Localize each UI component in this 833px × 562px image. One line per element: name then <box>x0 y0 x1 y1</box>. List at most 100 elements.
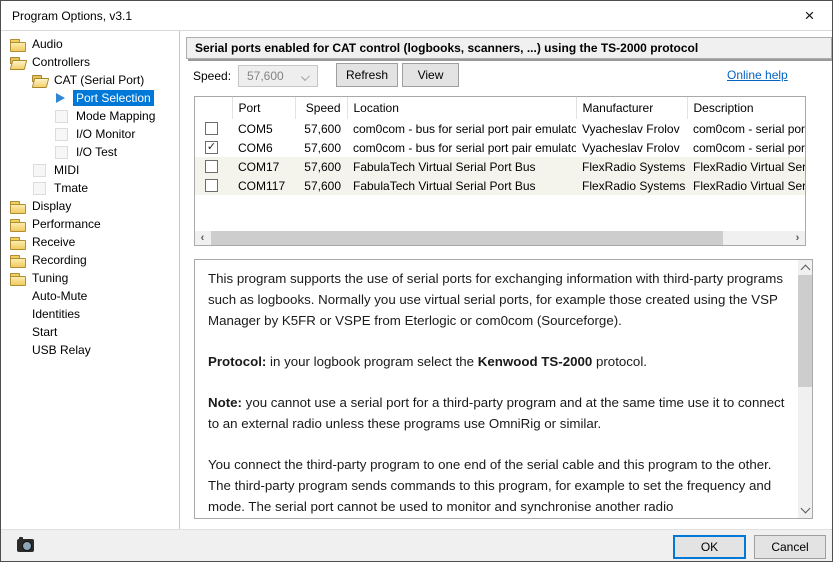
sidebar-item-label: Performance <box>29 216 104 232</box>
folder-icon <box>9 270 25 286</box>
sidebar-item-auto-mute[interactable]: Auto-Mute <box>1 287 179 305</box>
ports-table: Port Speed Location Manufacturer Descrip… <box>195 97 805 195</box>
folder-icon <box>9 234 25 250</box>
table-row[interactable]: ✓ COM6 57,600 com0com - bus for serial p… <box>195 138 805 157</box>
sidebar-item-label: Mode Mapping <box>73 108 158 124</box>
sidebar-item-label: Identities <box>29 306 83 322</box>
sidebar-item-start[interactable]: Start <box>1 323 179 341</box>
folder-icon <box>9 198 25 214</box>
table-row[interactable]: COM17 57,600 FabulaTech Virtual Serial P… <box>195 157 805 176</box>
sidebar-item-io-test[interactable]: I/O Test <box>1 143 179 161</box>
sidebar-item-label: Tuning <box>29 270 71 286</box>
program-options-dialog: Program Options, v3.1 × Audio Controller… <box>0 0 833 562</box>
sidebar-item-tuning[interactable]: Tuning <box>1 269 179 287</box>
horizontal-scrollbar[interactable]: ‹ › <box>195 231 805 245</box>
table-row[interactable]: COM117 57,600 FabulaTech Virtual Serial … <box>195 176 805 195</box>
sidebar-item-label: Auto-Mute <box>29 288 90 304</box>
cell-manufacturer: FlexRadio Systems <box>576 157 687 176</box>
port-checkbox[interactable] <box>205 160 218 173</box>
view-button-label: View <box>418 68 444 82</box>
cell-manufacturer: FlexRadio Systems <box>576 176 687 195</box>
info-paragraph: This program supports the use of serial … <box>208 268 792 331</box>
blank-icon <box>9 288 25 304</box>
info-span: protocol. <box>592 354 647 369</box>
sidebar-item-port-selection[interactable]: Port Selection <box>1 89 179 107</box>
sidebar-item-controllers[interactable]: Controllers <box>1 53 179 71</box>
sidebar-item-label: CAT (Serial Port) <box>51 72 147 88</box>
horizontal-scrollbar-thumb[interactable] <box>211 231 723 245</box>
refresh-button[interactable]: Refresh <box>336 63 398 87</box>
dialog-footer: OK Cancel <box>1 529 832 562</box>
sidebar-item-performance[interactable]: Performance <box>1 215 179 233</box>
camera-icon[interactable] <box>17 539 34 552</box>
folder-icon <box>9 36 25 52</box>
vertical-scrollbar-thumb[interactable] <box>798 275 812 387</box>
view-button[interactable]: View <box>402 63 459 87</box>
sidebar-item-mode-mapping[interactable]: Mode Mapping <box>1 107 179 125</box>
scroll-down-icon[interactable] <box>798 503 812 518</box>
port-checkbox[interactable] <box>205 179 218 192</box>
cell-speed: 57,600 <box>295 157 347 176</box>
info-span: you cannot use a serial port for a third… <box>208 395 784 431</box>
sidebar-item-usb-relay[interactable]: USB Relay <box>1 341 179 359</box>
cell-manufacturer: Vyacheslav Frolov <box>576 119 687 138</box>
folder-open-icon <box>31 72 47 88</box>
header-port[interactable]: Port <box>232 97 295 119</box>
page-icon <box>31 162 47 178</box>
cancel-button[interactable]: Cancel <box>754 535 826 559</box>
folder-open-icon <box>9 54 25 70</box>
header-location[interactable]: Location <box>347 97 576 119</box>
table-header-row: Port Speed Location Manufacturer Descrip… <box>195 97 805 119</box>
sidebar-item-receive[interactable]: Receive <box>1 233 179 251</box>
scroll-left-icon[interactable]: ‹ <box>195 231 210 245</box>
sidebar-item-label: I/O Monitor <box>73 126 138 142</box>
scroll-right-icon[interactable]: › <box>790 231 805 245</box>
online-help-link[interactable]: Online help <box>727 68 788 82</box>
page-icon <box>53 144 69 160</box>
table-row[interactable]: COM5 57,600 com0com - bus for serial por… <box>195 119 805 138</box>
port-checkbox[interactable] <box>205 122 218 135</box>
cell-manufacturer: Vyacheslav Frolov <box>576 138 687 157</box>
cell-description: FlexRadio Virtual Serial Port <box>687 157 805 176</box>
ok-button[interactable]: OK <box>673 535 746 559</box>
sidebar-item-label: Audio <box>29 36 66 52</box>
sidebar-item-label: Tmate <box>51 180 91 196</box>
selected-arrow-icon <box>53 90 69 106</box>
info-paragraph: Protocol: in your logbook program select… <box>208 351 792 372</box>
info-text: This program supports the use of serial … <box>195 260 796 519</box>
options-tree: Audio Controllers CAT (Serial Port) Port… <box>1 31 180 529</box>
cell-port: COM17 <box>232 157 295 176</box>
cell-port: COM5 <box>232 119 295 138</box>
sidebar-item-label: Controllers <box>29 54 93 70</box>
header-speed[interactable]: Speed <box>295 97 347 119</box>
header-manufacturer[interactable]: Manufacturer <box>576 97 687 119</box>
sidebar-item-label: Start <box>29 324 60 340</box>
cell-port: COM6 <box>232 138 295 157</box>
info-panel: This program supports the use of serial … <box>194 259 813 519</box>
sidebar-item-label: USB Relay <box>29 342 94 358</box>
sidebar-item-label: Receive <box>29 234 78 250</box>
speed-select[interactable]: 57,600 <box>238 65 318 87</box>
info-span: in your logbook program select the <box>266 354 477 369</box>
cell-speed: 57,600 <box>295 119 347 138</box>
sidebar-item-recording[interactable]: Recording <box>1 251 179 269</box>
ports-table-panel: Port Speed Location Manufacturer Descrip… <box>194 96 806 246</box>
sidebar-item-identities[interactable]: Identities <box>1 305 179 323</box>
sidebar-item-midi[interactable]: MIDI <box>1 161 179 179</box>
sidebar-item-display[interactable]: Display <box>1 197 179 215</box>
sidebar-item-io-monitor[interactable]: I/O Monitor <box>1 125 179 143</box>
close-icon[interactable]: × <box>787 1 832 30</box>
sidebar-item-audio[interactable]: Audio <box>1 35 179 53</box>
header-description[interactable]: Description <box>687 97 805 119</box>
blank-icon <box>9 342 25 358</box>
cell-port: COM117 <box>232 176 295 195</box>
info-paragraph: Note: you cannot use a serial port for a… <box>208 392 792 434</box>
port-checkbox-checked[interactable]: ✓ <box>205 141 218 154</box>
sidebar-item-label: MIDI <box>51 162 82 178</box>
scroll-up-icon[interactable] <box>798 260 812 275</box>
sidebar-item-cat-serial-port[interactable]: CAT (Serial Port) <box>1 71 179 89</box>
sidebar-item-tmate[interactable]: Tmate <box>1 179 179 197</box>
folder-icon <box>9 216 25 232</box>
refresh-button-label: Refresh <box>346 68 388 82</box>
vertical-scrollbar[interactable] <box>798 260 812 518</box>
